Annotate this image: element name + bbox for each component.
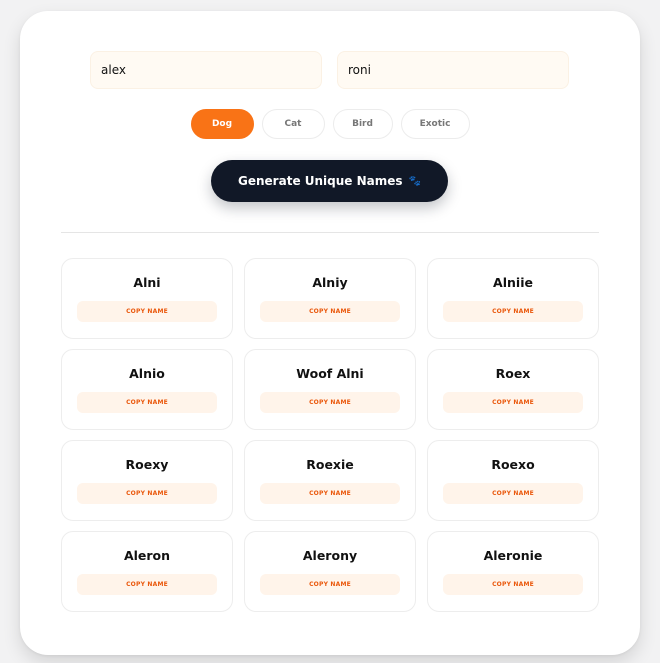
generated-name: Alniie [493,275,533,290]
first-name-input[interactable] [90,51,322,89]
generated-name: Roex [495,366,531,381]
generated-name: Alni [133,275,161,290]
copy-name-button[interactable]: COPY NAME [260,392,400,413]
name-card: Roex COPY NAME [427,349,599,430]
name-card: Woof Alni COPY NAME [244,349,416,430]
divider [61,232,599,233]
name-card: Roexo COPY NAME [427,440,599,521]
copy-name-button[interactable]: COPY NAME [443,392,583,413]
name-inputs [90,51,570,89]
generated-name: Alerony [302,548,358,563]
pet-type-bird[interactable]: Bird [332,109,393,139]
generated-name: Aleronie [483,548,543,563]
copy-name-button[interactable]: COPY NAME [77,574,217,595]
pet-type-exotic[interactable]: Exotic [400,109,470,139]
name-card: Alerony COPY NAME [244,531,416,612]
name-card: Alniie COPY NAME [427,258,599,339]
copy-name-button[interactable]: COPY NAME [260,301,400,322]
copy-name-button[interactable]: COPY NAME [443,301,583,322]
copy-name-button[interactable]: COPY NAME [260,574,400,595]
pet-type-selector: Dog Cat Bird Exotic [20,109,640,141]
name-results-grid: Alni COPY NAME Alniy COPY NAME Alniie CO… [61,258,599,612]
pet-type-dog[interactable]: Dog [190,109,254,139]
generated-name: Alnio [129,366,165,381]
generate-names-button[interactable]: Generate Unique Names 🐾 [211,160,448,202]
copy-name-button[interactable]: COPY NAME [443,574,583,595]
name-card: Aleronie COPY NAME [427,531,599,612]
name-card: Alnio COPY NAME [61,349,233,430]
generated-name: Roexie [306,457,354,472]
copy-name-button[interactable]: COPY NAME [260,483,400,504]
name-card: Alniy COPY NAME [244,258,416,339]
generate-button-label: Generate Unique Names [238,174,403,188]
copy-name-button[interactable]: COPY NAME [77,483,217,504]
generated-name: Roexy [125,457,169,472]
copy-name-button[interactable]: COPY NAME [443,483,583,504]
generated-name: Aleron [123,548,171,563]
copy-name-button[interactable]: COPY NAME [77,301,217,322]
name-generator-card: Dog Cat Bird Exotic Generate Unique Name… [20,11,640,655]
name-card: Roexie COPY NAME [244,440,416,521]
copy-name-button[interactable]: COPY NAME [77,392,217,413]
generated-name: Roexo [491,457,535,472]
paw-icon: 🐾 [408,175,421,187]
second-name-input[interactable] [337,51,569,89]
name-card: Aleron COPY NAME [61,531,233,612]
name-card: Roexy COPY NAME [61,440,233,521]
generated-name: Woof Alni [296,366,364,381]
pet-type-cat[interactable]: Cat [261,109,325,139]
generated-name: Alniy [312,275,348,290]
name-card: Alni COPY NAME [61,258,233,339]
